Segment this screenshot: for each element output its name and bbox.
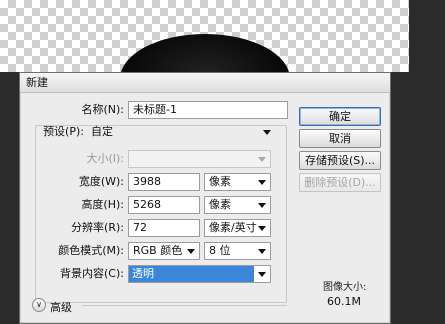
- preset-select[interactable]: 自定: [86, 123, 276, 141]
- color-mode-label: 颜色模式(M):: [58, 244, 124, 257]
- chevron-down-icon: [187, 249, 195, 254]
- chevron-down-icon: [258, 226, 266, 231]
- height-label: 高度(H):: [81, 198, 124, 211]
- delete-preset-button: 删除预设(D)...: [299, 173, 381, 192]
- preset-label: 预设(P):: [43, 125, 84, 138]
- background-value: 透明: [129, 266, 254, 282]
- bit-depth-select[interactable]: 8 位: [204, 242, 271, 260]
- background-label: 背景内容(C):: [60, 267, 124, 280]
- color-mode-select[interactable]: RGB 颜色: [128, 242, 200, 260]
- color-mode-value: RGB 颜色: [133, 244, 183, 257]
- chevron-down-icon: [258, 203, 266, 208]
- image-size-value: 60.1M: [327, 295, 361, 308]
- advanced-divider: [82, 305, 287, 306]
- preset-select-value: 自定: [91, 125, 113, 138]
- background-select[interactable]: 透明: [128, 265, 271, 283]
- dialog-title: 新建: [20, 73, 390, 93]
- advanced-expand-icon[interactable]: ∨: [32, 298, 46, 312]
- size-label: 大小(I):: [86, 152, 124, 165]
- new-document-dialog: 新建 名称(N): 未标题-1 预设(P): 自定 大小(I): 宽度(W): …: [19, 72, 391, 324]
- height-unit-value: 像素: [209, 198, 231, 211]
- advanced-label: 高级: [50, 301, 72, 314]
- save-preset-button[interactable]: 存储预设(S)...: [299, 151, 381, 170]
- width-unit-select[interactable]: 像素: [204, 173, 271, 191]
- resolution-unit-value: 像素/英寸: [209, 221, 257, 234]
- height-unit-select[interactable]: 像素: [204, 196, 271, 214]
- chevron-down-icon: [263, 130, 271, 135]
- resolution-input[interactable]: 72: [128, 219, 200, 237]
- name-label: 名称(N):: [81, 103, 124, 116]
- resolution-label: 分辨率(R):: [71, 221, 124, 234]
- size-select: [128, 150, 271, 168]
- resolution-unit-select[interactable]: 像素/英寸: [204, 219, 271, 237]
- width-input[interactable]: 3988: [128, 173, 200, 191]
- chevron-down-icon: [258, 249, 266, 254]
- height-input[interactable]: 5268: [128, 196, 200, 214]
- name-input[interactable]: 未标题-1: [128, 101, 288, 119]
- ok-button[interactable]: 确定: [299, 107, 381, 126]
- width-unit-value: 像素: [209, 175, 231, 188]
- chevron-down-icon: [258, 180, 266, 185]
- chevron-down-icon: [258, 157, 266, 162]
- image-size-label: 图像大小:: [323, 282, 367, 293]
- chevron-down-icon: [258, 272, 266, 277]
- width-label: 宽度(W):: [78, 175, 124, 188]
- bit-depth-value: 8 位: [209, 244, 231, 257]
- cancel-button[interactable]: 取消: [299, 129, 381, 148]
